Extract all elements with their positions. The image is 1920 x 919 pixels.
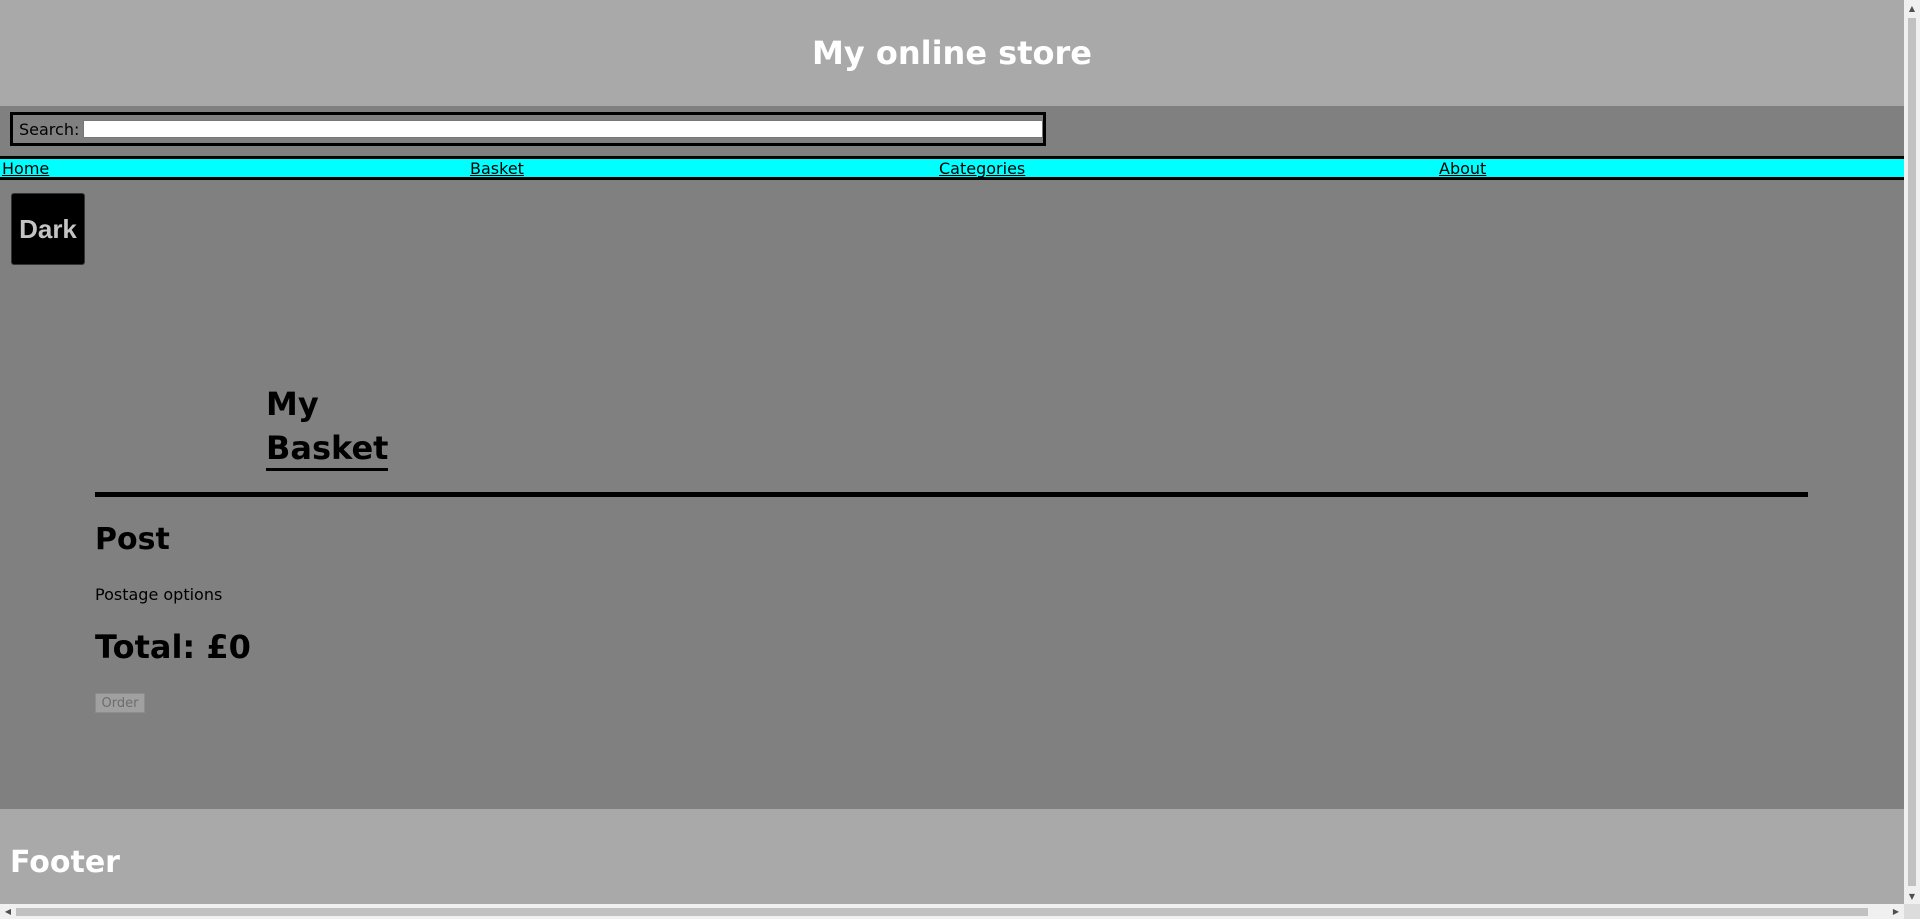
basket-title-line2: Basket [266,428,389,471]
postage-options-text: Postage options [95,585,223,604]
section-divider [95,492,1808,497]
horizontal-scroll-thumb[interactable] [16,908,1868,916]
post-heading: Post [95,522,170,557]
vertical-scroll-thumb[interactable] [1908,18,1916,886]
scrollbar-corner [1904,904,1920,919]
page: My online store Search: Home Basket Cate… [0,0,1920,919]
chevron-down-icon[interactable]: ▼ [1904,888,1920,904]
site-footer: Footer [0,809,1904,904]
basket-total: Total: £0 [95,628,251,666]
site-header: My online store [0,0,1904,106]
chevron-right-icon[interactable]: ▶ [1888,904,1904,919]
chevron-up-icon[interactable]: ▲ [1904,0,1920,16]
chevron-left-icon[interactable]: ◀ [0,904,16,919]
dark-mode-button[interactable]: Dark [11,193,85,265]
site-title: My online store [812,34,1092,72]
nav-link-home[interactable]: Home [2,161,49,177]
horizontal-scrollbar[interactable]: ◀ ▶ [0,904,1904,919]
nav-link-basket[interactable]: Basket [470,161,524,177]
search-bar: Search: [0,106,1904,156]
basket-title-line1: My [266,385,319,423]
search-form: Search: [10,112,1046,146]
basket-title: My Basket [266,382,389,471]
footer-title: Footer [10,845,120,880]
search-input[interactable] [83,120,1043,138]
search-label: Search: [19,119,80,139]
vertical-scrollbar[interactable]: ▲ ▼ [1904,0,1920,904]
main-nav: Home Basket Categories About [0,156,1904,180]
nav-link-categories[interactable]: Categories [939,161,1025,177]
order-button[interactable]: Order [95,693,145,713]
nav-link-about[interactable]: About [1439,161,1486,177]
